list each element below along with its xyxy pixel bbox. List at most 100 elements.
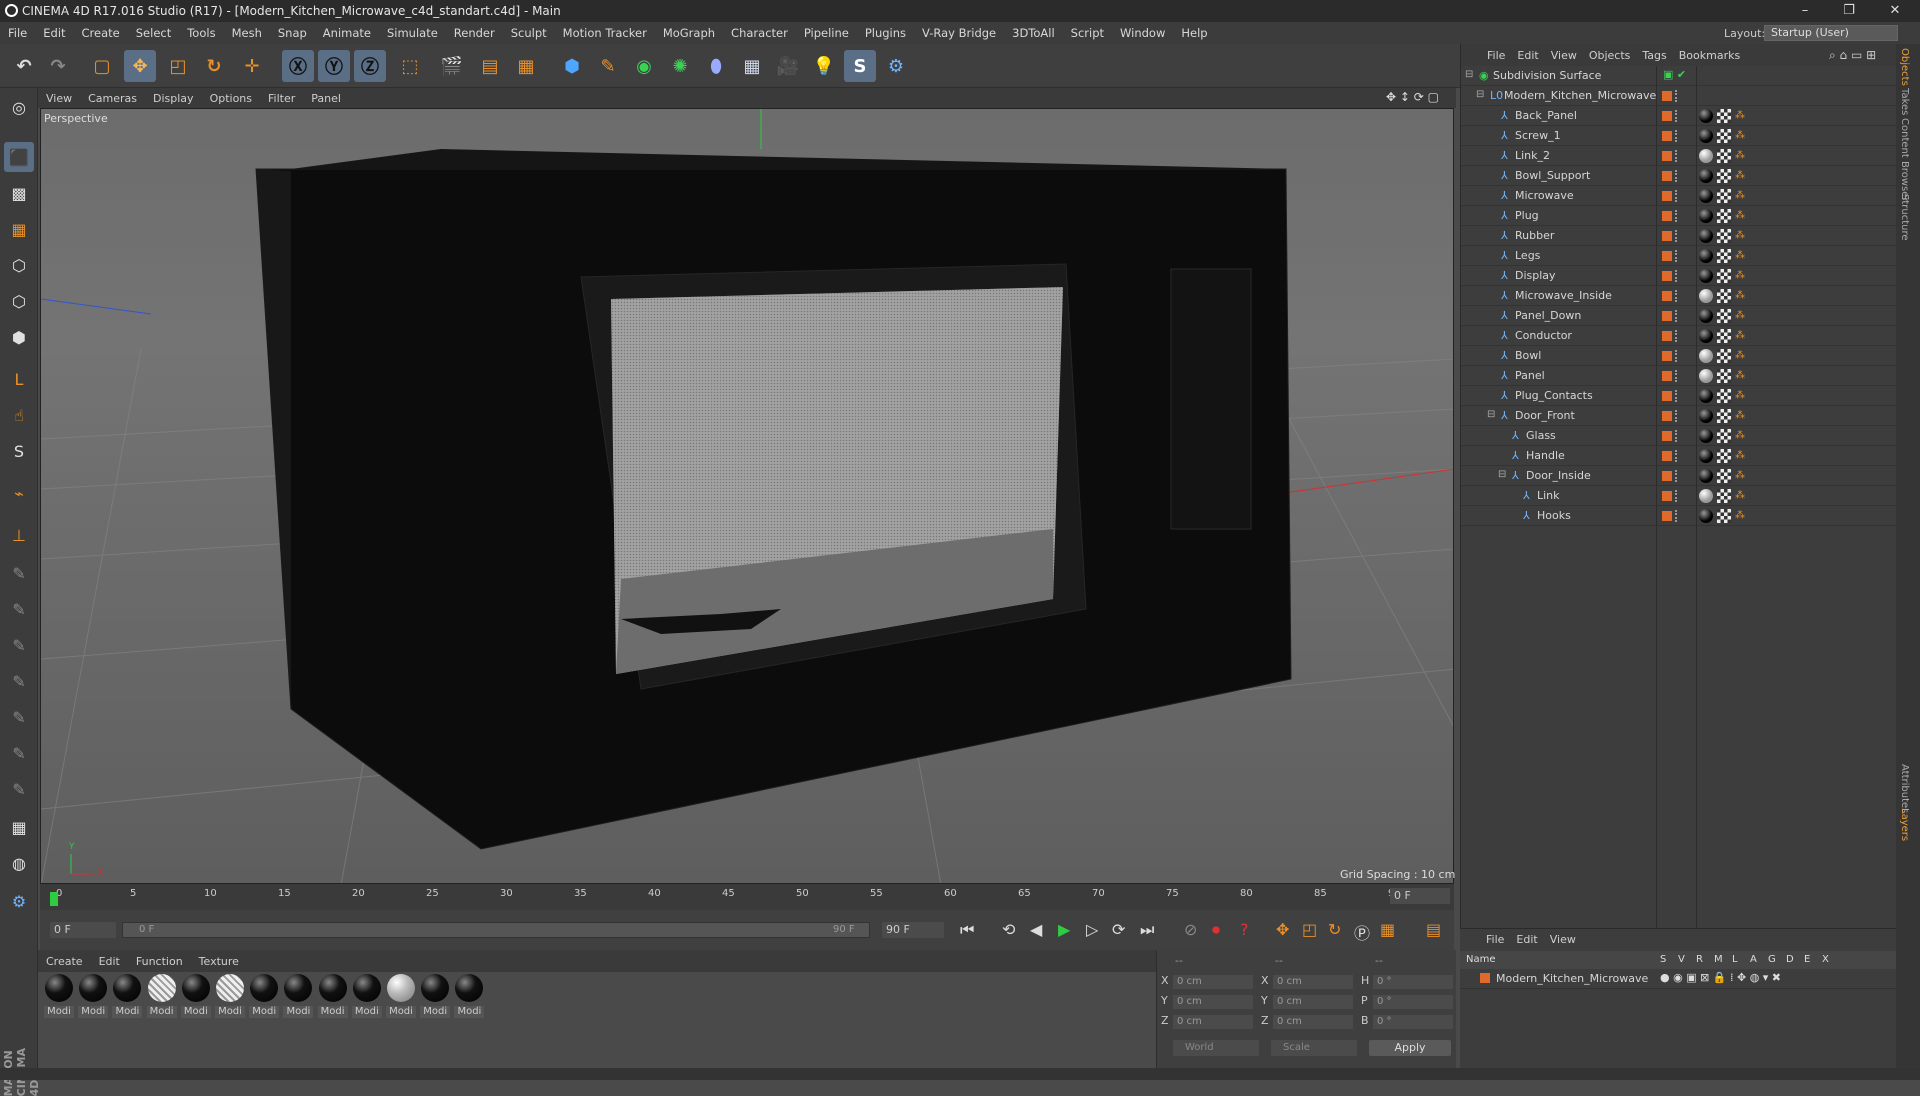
phong-tag-icon[interactable]: ⁂ <box>1735 429 1747 443</box>
layer-color-icon[interactable] <box>1662 291 1672 301</box>
goto-start-icon[interactable]: ⏮ <box>960 920 974 940</box>
apply-button[interactable]: Apply <box>1369 1040 1451 1056</box>
key-rotation-icon[interactable]: ↻ <box>1328 920 1341 939</box>
material-menu-create[interactable]: Create <box>38 955 91 968</box>
spline-pen-icon[interactable]: ✎ <box>592 50 624 82</box>
menu-character[interactable]: Character <box>723 26 796 40</box>
material-tag-icon[interactable] <box>1699 329 1713 343</box>
menu-3dtoall[interactable]: 3DToAll <box>1004 26 1063 40</box>
axis-icon[interactable]: ⊥ <box>4 520 34 550</box>
layer-color-icon[interactable] <box>1662 371 1672 381</box>
material-tag-icon[interactable] <box>1699 229 1713 243</box>
coord-rot-field[interactable]: 0 ° <box>1373 995 1453 1009</box>
coord-scale-select[interactable]: Scale <box>1271 1040 1357 1056</box>
uvw-tag-icon[interactable] <box>1717 189 1731 203</box>
next-frame-icon[interactable]: ▷ <box>1086 920 1098 939</box>
python-icon[interactable]: ⚙ <box>880 50 912 82</box>
expand-toggle-icon[interactable]: ⊟ <box>1476 89 1484 100</box>
layer-color-icon[interactable] <box>1662 391 1672 401</box>
uvw-tag-icon[interactable] <box>1717 429 1731 443</box>
brush-icon-1[interactable]: ✎ <box>4 558 34 588</box>
phong-tag-icon[interactable]: ⁂ <box>1735 169 1747 183</box>
phong-tag-icon[interactable]: ⁂ <box>1735 249 1747 263</box>
restore-button[interactable]: ❐ <box>1834 2 1864 20</box>
brush-icon-2[interactable]: ✎ <box>4 594 34 624</box>
material-swatch[interactable]: Modi <box>351 974 382 1018</box>
menu-mesh[interactable]: Mesh <box>224 26 270 40</box>
visibility-dots-icon[interactable] <box>1675 290 1680 302</box>
phong-tag-icon[interactable]: ⁂ <box>1735 409 1747 423</box>
viewport-menu-cameras[interactable]: Cameras <box>80 92 145 105</box>
deformer-icon[interactable]: ⬮ <box>700 50 732 82</box>
visibility-dots-icon[interactable] <box>1675 210 1680 222</box>
material-swatch[interactable]: Modi <box>78 974 109 1018</box>
layer-row[interactable]: Modern_Kitchen_Microwave ● ◉ ▣ ⊠ 🔒 ⁞ ✥ ◍ … <box>1460 969 1896 989</box>
coord-size-field[interactable]: 0 cm <box>1273 975 1353 989</box>
key-position-icon[interactable]: ✥ <box>1276 920 1289 939</box>
material-swatch[interactable]: Modi <box>317 974 348 1018</box>
checkmark-icon[interactable]: ▣ ✔ <box>1663 68 1686 81</box>
magnet-icon[interactable]: ⌁ <box>4 478 34 508</box>
record-keys-icon[interactable]: ⊘ <box>1184 920 1197 939</box>
layer-color-icon[interactable] <box>1662 311 1672 321</box>
layer-color-icon[interactable] <box>1662 511 1672 521</box>
key-parameter-icon[interactable]: Ⓟ <box>1354 920 1370 944</box>
material-tag-icon[interactable] <box>1699 469 1713 483</box>
viewport-menu-options[interactable]: Options <box>202 92 260 105</box>
y-axis-lock-icon[interactable]: Ⓨ <box>318 50 350 82</box>
layer-color-icon[interactable] <box>1662 251 1672 261</box>
phong-tag-icon[interactable]: ⁂ <box>1735 489 1747 503</box>
coord-rot-field[interactable]: 0 ° <box>1373 975 1453 989</box>
layer-color-icon[interactable] <box>1662 131 1672 141</box>
menu-window[interactable]: Window <box>1112 26 1173 40</box>
object-menu-edit[interactable]: Edit <box>1511 49 1544 62</box>
menu-help[interactable]: Help <box>1173 26 1215 40</box>
camera-icon[interactable]: 🎥 <box>772 50 804 82</box>
layer-color-icon[interactable] <box>1662 171 1672 181</box>
uvw-tag-icon[interactable] <box>1717 209 1731 223</box>
render-picture-viewer-icon[interactable]: ▤ <box>474 50 506 82</box>
object-row[interactable]: ⅄ Legs ⁂ <box>1461 246 1897 266</box>
phong-tag-icon[interactable]: ⁂ <box>1735 329 1747 343</box>
cube-primitive-icon[interactable]: ⬢ <box>556 50 588 82</box>
material-tag-icon[interactable] <box>1699 269 1713 283</box>
array-icon[interactable]: ✺ <box>664 50 696 82</box>
brush-icon-6[interactable]: ✎ <box>4 738 34 768</box>
uvw-tag-icon[interactable] <box>1717 229 1731 243</box>
coord-mode-select[interactable]: World <box>1173 1040 1259 1056</box>
viewport-menu-display[interactable]: Display <box>145 92 202 105</box>
object-row[interactable]: ⅄ Link_2 ⁂ <box>1461 146 1897 166</box>
phong-tag-icon[interactable]: ⁂ <box>1735 289 1747 303</box>
layer-color-icon[interactable] <box>1662 331 1672 341</box>
layer-color-icon[interactable] <box>1662 471 1672 481</box>
menu-script[interactable]: Script <box>1063 26 1112 40</box>
phong-tag-icon[interactable]: ⁂ <box>1735 389 1747 403</box>
viewport-menu-filter[interactable]: Filter <box>260 92 303 105</box>
python-left-icon[interactable]: ⚙ <box>4 886 34 916</box>
object-row[interactable]: ⅄ Bowl ⁂ <box>1461 346 1897 366</box>
material-swatch[interactable]: Modi <box>146 974 177 1018</box>
uvw-tag-icon[interactable] <box>1717 289 1731 303</box>
uvw-tag-icon[interactable] <box>1717 369 1731 383</box>
expand-toggle-icon[interactable]: ⊟ <box>1498 469 1506 480</box>
script-python-icon[interactable]: S <box>844 50 876 82</box>
menu-motion-tracker[interactable]: Motion Tracker <box>555 26 655 40</box>
visibility-dots-icon[interactable] <box>1675 430 1680 442</box>
visibility-dots-icon[interactable] <box>1675 410 1680 422</box>
object-row[interactable]: ⅄ Rubber ⁂ <box>1461 226 1897 246</box>
key-pla-icon[interactable]: ▦ <box>1380 920 1395 939</box>
object-row[interactable]: ⅄ Screw_1 ⁂ <box>1461 126 1897 146</box>
subdivision-surface-icon[interactable]: ◉ <box>628 50 660 82</box>
visibility-dots-icon[interactable] <box>1675 330 1680 342</box>
snap-icon[interactable]: S <box>4 436 34 466</box>
layer-color-icon[interactable] <box>1662 431 1672 441</box>
uvw-tag-icon[interactable] <box>1717 269 1731 283</box>
visibility-dots-icon[interactable] <box>1675 370 1680 382</box>
object-row[interactable]: ⊟ ⅄ Door_Inside ⁂ <box>1461 466 1897 486</box>
frame-range-slider[interactable]: 0 F 90 F <box>122 922 870 938</box>
visibility-dots-icon[interactable] <box>1675 170 1680 182</box>
visibility-dots-icon[interactable] <box>1675 110 1680 122</box>
move-tool-icon[interactable]: ✥ <box>124 50 156 82</box>
layer-color-icon[interactable] <box>1662 351 1672 361</box>
material-tag-icon[interactable] <box>1699 309 1713 323</box>
